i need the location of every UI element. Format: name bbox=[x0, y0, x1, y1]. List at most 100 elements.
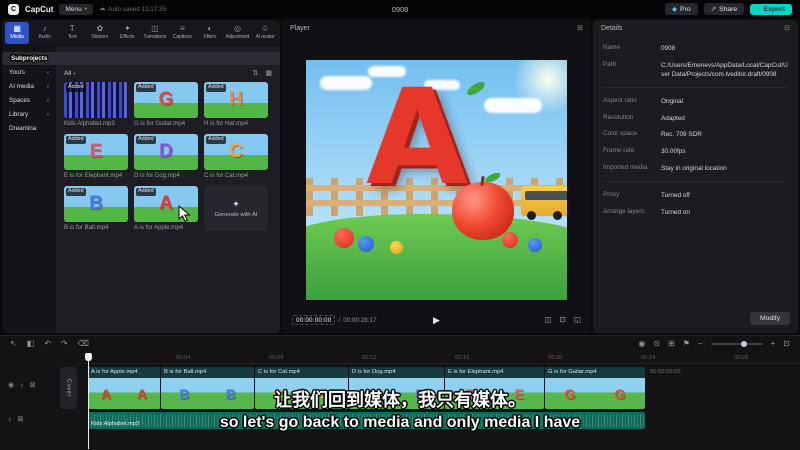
tab-transitions[interactable]: ◫ Transitions bbox=[143, 22, 167, 44]
marker-icon[interactable]: ⚑ bbox=[683, 340, 690, 348]
filter-all-dropdown[interactable]: All bbox=[64, 70, 71, 77]
tab-media[interactable]: ▦ Media bbox=[5, 21, 29, 44]
zoom-slider[interactable] bbox=[710, 341, 763, 347]
sidebar-item-library[interactable]: Library ▾ bbox=[5, 108, 53, 121]
captions-icon: ≡ bbox=[180, 24, 185, 33]
media-item-b-ball[interactable]: B Added B is for Ball.mp4 bbox=[64, 186, 128, 231]
tab-filters[interactable]: ◐ Filters bbox=[198, 22, 222, 44]
grass bbox=[306, 214, 567, 300]
media-item-name: A is for Apple.mp4 bbox=[134, 224, 184, 231]
ruler-mark: 00:12 bbox=[362, 355, 377, 361]
sidebar-item-subprojects[interactable]: Subprojects bbox=[2, 52, 280, 65]
added-badge: Added bbox=[66, 84, 86, 92]
subtitle-english: so let's go back to media and only media… bbox=[219, 414, 581, 431]
video-preview[interactable]: A bbox=[306, 60, 567, 300]
media-sidebar: Import▾ Media Subprojects Yours▾ AI medi… bbox=[2, 46, 280, 333]
detail-value: C:/Users/Emenevs/AppData/Local/CapCut/Us… bbox=[661, 61, 788, 79]
magnet-icon[interactable]: ⊙ bbox=[653, 340, 660, 348]
sidebar-item-dreamina[interactable]: Dreamina bbox=[5, 122, 53, 135]
clip-name: C is for Cat.mp4 bbox=[255, 367, 348, 378]
added-badge: Added bbox=[136, 84, 156, 92]
video-thumbnail: C Added bbox=[204, 134, 268, 170]
ruler-mark: 00:28 bbox=[734, 355, 749, 361]
redo-icon[interactable]: ↷ bbox=[61, 340, 68, 348]
tab-captions[interactable]: ≡ Captions bbox=[170, 22, 194, 44]
tab-text[interactable]: T Text bbox=[60, 22, 84, 44]
chevron-down-icon: ▾ bbox=[73, 70, 76, 76]
detail-value: Stay in original location bbox=[661, 164, 727, 172]
tab-label: AI avatar bbox=[255, 34, 275, 40]
media-item-d-dog[interactable]: D Added D is for Dog.mp4 bbox=[134, 134, 198, 179]
tab-label: Media bbox=[10, 34, 24, 40]
voiceover-icon[interactable]: ◉ bbox=[638, 340, 645, 348]
tab-adjustment[interactable]: ◎ Adjustment bbox=[225, 22, 249, 44]
detail-row: Resolution Adapted bbox=[603, 114, 788, 123]
tab-effects[interactable]: ✦ Effects bbox=[115, 22, 139, 44]
generate-with-ai-tile[interactable]: ✦ Generate with AI bbox=[204, 186, 268, 231]
export-label: Export bbox=[763, 5, 785, 13]
ratio-icon[interactable]: ◫ bbox=[545, 316, 552, 324]
zoom-slider-knob[interactable] bbox=[740, 341, 747, 347]
tab-ai-avatar[interactable]: ☺ AI avatar bbox=[253, 22, 277, 44]
detail-label: Frame rate bbox=[603, 147, 635, 155]
select-tool-icon[interactable]: ↖ bbox=[10, 340, 17, 348]
media-grid: Added Kids Alphabet.mp3 G Added G is for … bbox=[56, 80, 280, 233]
current-time[interactable]: 00:00:00:00 bbox=[292, 315, 336, 325]
detail-value: Rec. 709 SDR bbox=[661, 131, 702, 139]
ruler-mark: 00:24 bbox=[641, 355, 656, 361]
adjustment-icon: ◎ bbox=[234, 24, 241, 33]
delete-icon[interactable]: ⌫ bbox=[78, 340, 89, 348]
zoom-in-icon[interactable]: + bbox=[771, 340, 776, 348]
mini-player-icon[interactable]: ⊡ bbox=[560, 316, 566, 324]
fullscreen-icon[interactable]: ◱ bbox=[574, 316, 581, 324]
fit-timeline-icon[interactable]: ⊡ bbox=[783, 340, 790, 348]
media-filter-row: All ▾ ⇅ ▦ bbox=[56, 69, 280, 80]
share-icon: ↗ bbox=[710, 6, 717, 13]
sticker-icon: ✿ bbox=[96, 24, 103, 33]
media-item-c-cat[interactable]: C Added C is for Cat.mp4 bbox=[204, 134, 268, 179]
cloud-icon: ☁ bbox=[98, 4, 106, 12]
share-button[interactable]: ↗ Share bbox=[703, 3, 745, 15]
export-button[interactable]: ↑ Export bbox=[750, 3, 792, 15]
leaf bbox=[465, 79, 487, 98]
details-collapse-icon[interactable]: ⊟ bbox=[784, 25, 790, 32]
media-item-h-hat[interactable]: H Added H is for Hat.mp4 bbox=[204, 82, 268, 127]
player-options-icon[interactable]: ⊞ bbox=[577, 25, 583, 32]
chevron-down-icon: ▾ bbox=[46, 111, 49, 117]
undo-icon[interactable]: ↶ bbox=[44, 340, 51, 348]
menu-button[interactable]: Menu ▾ bbox=[59, 3, 93, 15]
timeline-ruler[interactable]: 00:04 00:08 00:12 00:16 00:20 00:24 00:2… bbox=[88, 353, 800, 364]
tab-stickers[interactable]: ✿ Stickers bbox=[88, 22, 112, 44]
play-button[interactable]: ▶ bbox=[433, 315, 440, 325]
ribbon-tabs: ▦ Media ♪ Audio T Text ✿ Stickers ✦ Effects ◫… bbox=[2, 20, 280, 46]
autosave-label: Auto saved 13:17:35 bbox=[108, 5, 167, 13]
sidebar-label: Spaces bbox=[9, 97, 31, 104]
modify-button[interactable]: Modify bbox=[749, 312, 790, 325]
added-badge: Added bbox=[136, 188, 156, 196]
red-ball bbox=[502, 232, 518, 248]
details-title: Details bbox=[601, 24, 623, 32]
detail-label: Color space bbox=[603, 130, 638, 138]
pro-button[interactable]: ◆ Pro bbox=[665, 3, 698, 15]
split-tool-icon[interactable]: ◧ bbox=[27, 340, 35, 348]
zoom-out-icon[interactable]: − bbox=[698, 340, 703, 348]
sidebar-item-spaces[interactable]: Spaces ▾ bbox=[5, 94, 53, 107]
detail-row: Name 0908 bbox=[603, 44, 788, 53]
generate-label: Generate with AI bbox=[214, 211, 258, 218]
timeline-toolbar: ↖ ◧ ↶ ↷ ⌫ ◉ ⊙ ⊞ ⚑ − + ⊡ bbox=[0, 336, 800, 352]
media-item-e-elephant[interactable]: E Added E is for Elephant.mp4 bbox=[64, 134, 128, 179]
media-item-kids-alphabet[interactable]: Added Kids Alphabet.mp3 bbox=[64, 82, 128, 127]
audio-icon: ♪ bbox=[42, 24, 47, 33]
detail-label: Resolution bbox=[603, 113, 634, 121]
view-grid-icon[interactable]: ▦ bbox=[265, 70, 272, 77]
snap-icon[interactable]: ⊞ bbox=[668, 340, 675, 348]
pro-label: Pro bbox=[680, 5, 691, 13]
chevron-down-icon: ▾ bbox=[84, 6, 87, 11]
sidebar-item-yours[interactable]: Yours ▾ bbox=[5, 66, 53, 79]
tab-audio[interactable]: ♪ Audio bbox=[33, 22, 57, 44]
detail-row: Proxy Turned off bbox=[603, 191, 788, 200]
sort-icon[interactable]: ⇅ bbox=[253, 70, 259, 77]
media-item-g-guitar[interactable]: G Added G is for Guitar.mp4 bbox=[134, 82, 198, 127]
sidebar-label: Subprojects bbox=[11, 55, 48, 62]
sidebar-item-ai-media[interactable]: AI media ▾ bbox=[5, 80, 53, 93]
